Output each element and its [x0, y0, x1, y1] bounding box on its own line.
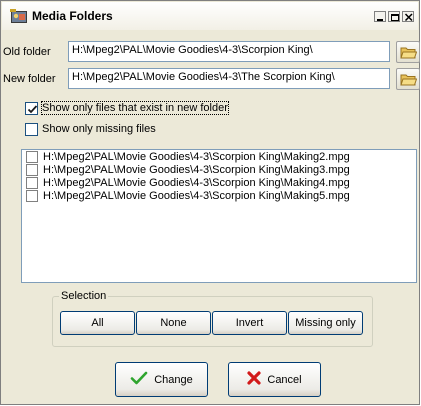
new-folder-label: New folder [3, 73, 56, 85]
cancel-label: Cancel [267, 373, 302, 386]
checkmark-icon [130, 370, 148, 389]
change-label: Change [154, 373, 193, 386]
cancel-button[interactable]: Cancel [228, 362, 321, 397]
media-folders-dialog: Media Folders Old folder H:\Mpeg2\PAL\Mo… [0, 0, 420, 405]
missing-only-button[interactable]: Missing only [288, 311, 363, 335]
window-title: Media Folders [32, 9, 113, 23]
media-folders-app-icon [10, 8, 28, 24]
file-checkbox[interactable] [26, 190, 38, 202]
title-bar[interactable]: Media Folders [2, 2, 418, 30]
close-button[interactable] [402, 11, 414, 22]
old-folder-field[interactable]: H:\Mpeg2\PAL\Movie Goodies\4-3\Scorpion … [68, 41, 390, 62]
maximize-button[interactable] [388, 11, 400, 22]
show-existing-checkbox[interactable] [25, 102, 38, 115]
select-all-label: All [91, 317, 104, 329]
show-existing-label: Show only files that exist in new folder [41, 101, 229, 115]
select-all-button[interactable]: All [60, 311, 135, 335]
file-path: H:\Mpeg2\PAL\Movie Goodies\4-3\Scorpion … [43, 164, 350, 176]
show-missing-option[interactable]: Show only missing files [25, 123, 195, 137]
change-button[interactable]: Change [115, 362, 208, 397]
file-path: H:\Mpeg2\PAL\Movie Goodies\4-3\Scorpion … [43, 190, 350, 202]
red-x-icon [247, 371, 261, 388]
select-none-label: None [160, 317, 187, 329]
minimize-button[interactable] [374, 11, 386, 22]
file-checkbox[interactable] [26, 177, 38, 189]
browse-new-folder-button[interactable] [396, 68, 420, 90]
missing-only-label: Missing only [295, 317, 356, 329]
file-checkbox[interactable] [26, 151, 38, 163]
invert-selection-button[interactable]: Invert [212, 311, 287, 335]
show-missing-checkbox[interactable] [25, 123, 38, 136]
file-path: H:\Mpeg2\PAL\Movie Goodies\4-3\Scorpion … [43, 151, 350, 163]
file-path: H:\Mpeg2\PAL\Movie Goodies\4-3\Scorpion … [43, 177, 350, 189]
old-folder-label: Old folder [3, 46, 51, 58]
invert-selection-label: Invert [235, 317, 264, 329]
show-missing-label: Show only missing files [42, 123, 156, 135]
new-folder-field[interactable]: H:\Mpeg2\PAL\Movie Goodies\4-3\The Scorp… [68, 68, 390, 89]
select-none-button[interactable]: None [136, 311, 211, 335]
browse-old-folder-button[interactable] [396, 41, 420, 63]
file-list[interactable]: H:\Mpeg2\PAL\Movie Goodies\4-3\Scorpion … [21, 149, 417, 283]
selection-group-label: Selection [59, 290, 109, 302]
file-checkbox[interactable] [26, 164, 38, 176]
show-existing-option[interactable]: Show only files that exist in new folder [25, 101, 235, 116]
